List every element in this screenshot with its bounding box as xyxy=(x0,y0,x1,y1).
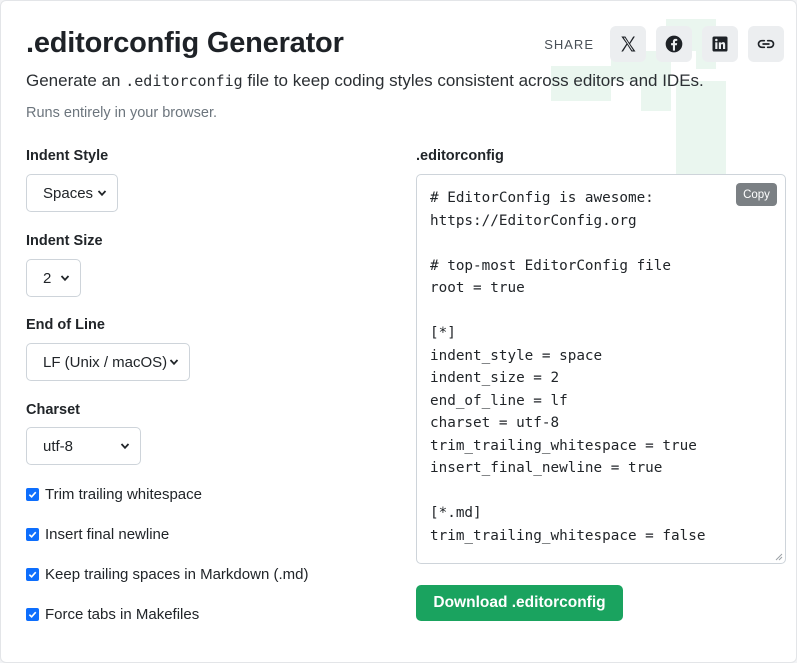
indent-size-select[interactable]: 2 xyxy=(26,259,81,297)
checkbox-checked-icon xyxy=(26,488,39,501)
indent-style-label: Indent Style xyxy=(26,148,109,164)
end-of-line-label: End of Line xyxy=(26,317,105,333)
trim-whitespace-label: Trim trailing whitespace xyxy=(45,486,202,503)
x-icon xyxy=(621,36,636,52)
indent-style-value: Spaces xyxy=(43,184,94,202)
checkbox-checked-icon xyxy=(26,568,39,581)
trim-whitespace-checkbox[interactable]: Trim trailing whitespace xyxy=(26,486,202,503)
linkedin-icon xyxy=(712,36,728,52)
share-x-button[interactable] xyxy=(610,26,646,62)
share-label: SHARE xyxy=(544,36,594,52)
intro-text-before: Generate an xyxy=(26,71,126,90)
chevron-down-icon xyxy=(60,275,70,282)
end-of-line-value: LF (Unix / macOS) xyxy=(43,353,168,371)
charset-value: utf-8 xyxy=(43,437,74,455)
checkbox-checked-icon xyxy=(26,608,39,621)
markdown-trailing-label: Keep trailing spaces in Markdown (.md) xyxy=(45,566,309,583)
charset-label: Charset xyxy=(26,402,80,418)
chevron-down-icon xyxy=(120,443,130,450)
page-title: .editorconfig Generator xyxy=(26,27,344,59)
chevron-down-icon xyxy=(97,190,107,197)
facebook-icon xyxy=(665,35,683,53)
copy-link-button[interactable] xyxy=(748,26,784,62)
indent-size-label: Indent Size xyxy=(26,233,103,249)
share-bar: SHARE xyxy=(544,26,784,62)
editorconfig-output-textarea[interactable]: # EditorConfig is awesome: https://Edito… xyxy=(416,174,786,564)
download-button[interactable]: Download .editorconfig xyxy=(416,585,623,621)
share-facebook-button[interactable] xyxy=(656,26,692,62)
generator-card: .editorconfig Generator SHARE Generate a… xyxy=(0,0,797,663)
makefile-tabs-label: Force tabs in Makefiles xyxy=(45,606,200,623)
intro-code: .editorconfig xyxy=(125,72,243,90)
final-newline-label: Insert final newline xyxy=(45,526,170,543)
chevron-down-icon xyxy=(169,359,179,366)
resize-grip-icon[interactable] xyxy=(775,553,783,561)
final-newline-checkbox[interactable]: Insert final newline xyxy=(26,526,169,543)
makefile-tabs-checkbox[interactable]: Force tabs in Makefiles xyxy=(26,606,199,623)
markdown-trailing-checkbox[interactable]: Keep trailing spaces in Markdown (.md) xyxy=(26,566,308,583)
share-linkedin-button[interactable] xyxy=(702,26,738,62)
charset-select[interactable]: utf-8 xyxy=(26,427,141,465)
output-label: .editorconfig xyxy=(416,148,504,164)
indent-size-value: 2 xyxy=(43,269,52,287)
indent-style-select[interactable]: Spaces xyxy=(26,174,118,212)
end-of-line-select[interactable]: LF (Unix / macOS) xyxy=(26,343,190,381)
copy-button[interactable]: Copy xyxy=(736,183,777,206)
link-icon xyxy=(757,39,775,49)
intro-text: Generate an .editorconfig file to keep c… xyxy=(26,71,704,91)
checkbox-checked-icon xyxy=(26,528,39,541)
editorconfig-content: # EditorConfig is awesome: https://Edito… xyxy=(430,190,706,544)
privacy-note: Runs entirely in your browser. xyxy=(26,105,217,121)
intro-text-after: file to keep coding styles consistent ac… xyxy=(242,71,704,90)
